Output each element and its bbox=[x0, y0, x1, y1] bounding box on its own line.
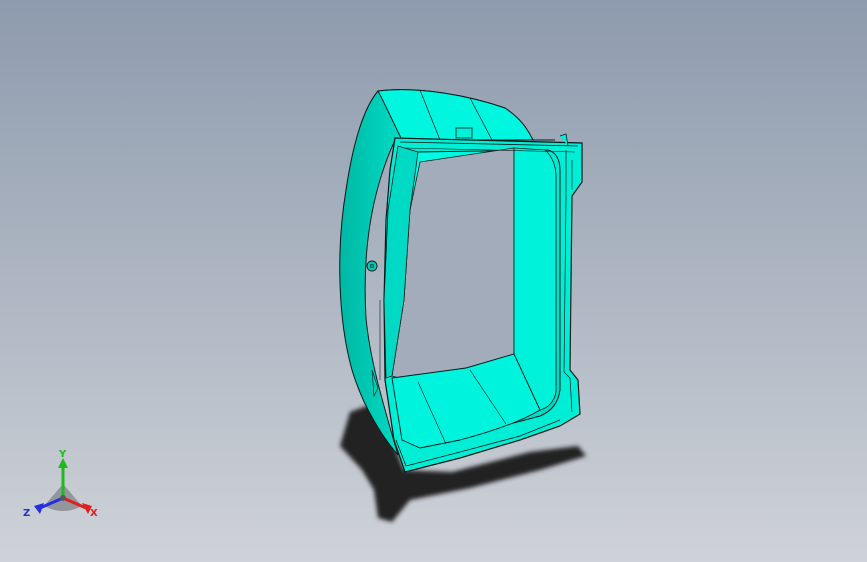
triad-origin bbox=[60, 495, 66, 501]
top-band bbox=[377, 89, 534, 141]
y-axis-label: Y bbox=[58, 449, 67, 460]
top-tab bbox=[455, 127, 473, 139]
z-axis-label: Z bbox=[23, 508, 30, 519]
graphics-viewport[interactable]: Y X Z bbox=[0, 0, 867, 562]
reference-triad: Y X Z bbox=[23, 449, 98, 519]
x-axis-label: X bbox=[90, 508, 98, 519]
3d-model-view[interactable] bbox=[0, 0, 867, 562]
